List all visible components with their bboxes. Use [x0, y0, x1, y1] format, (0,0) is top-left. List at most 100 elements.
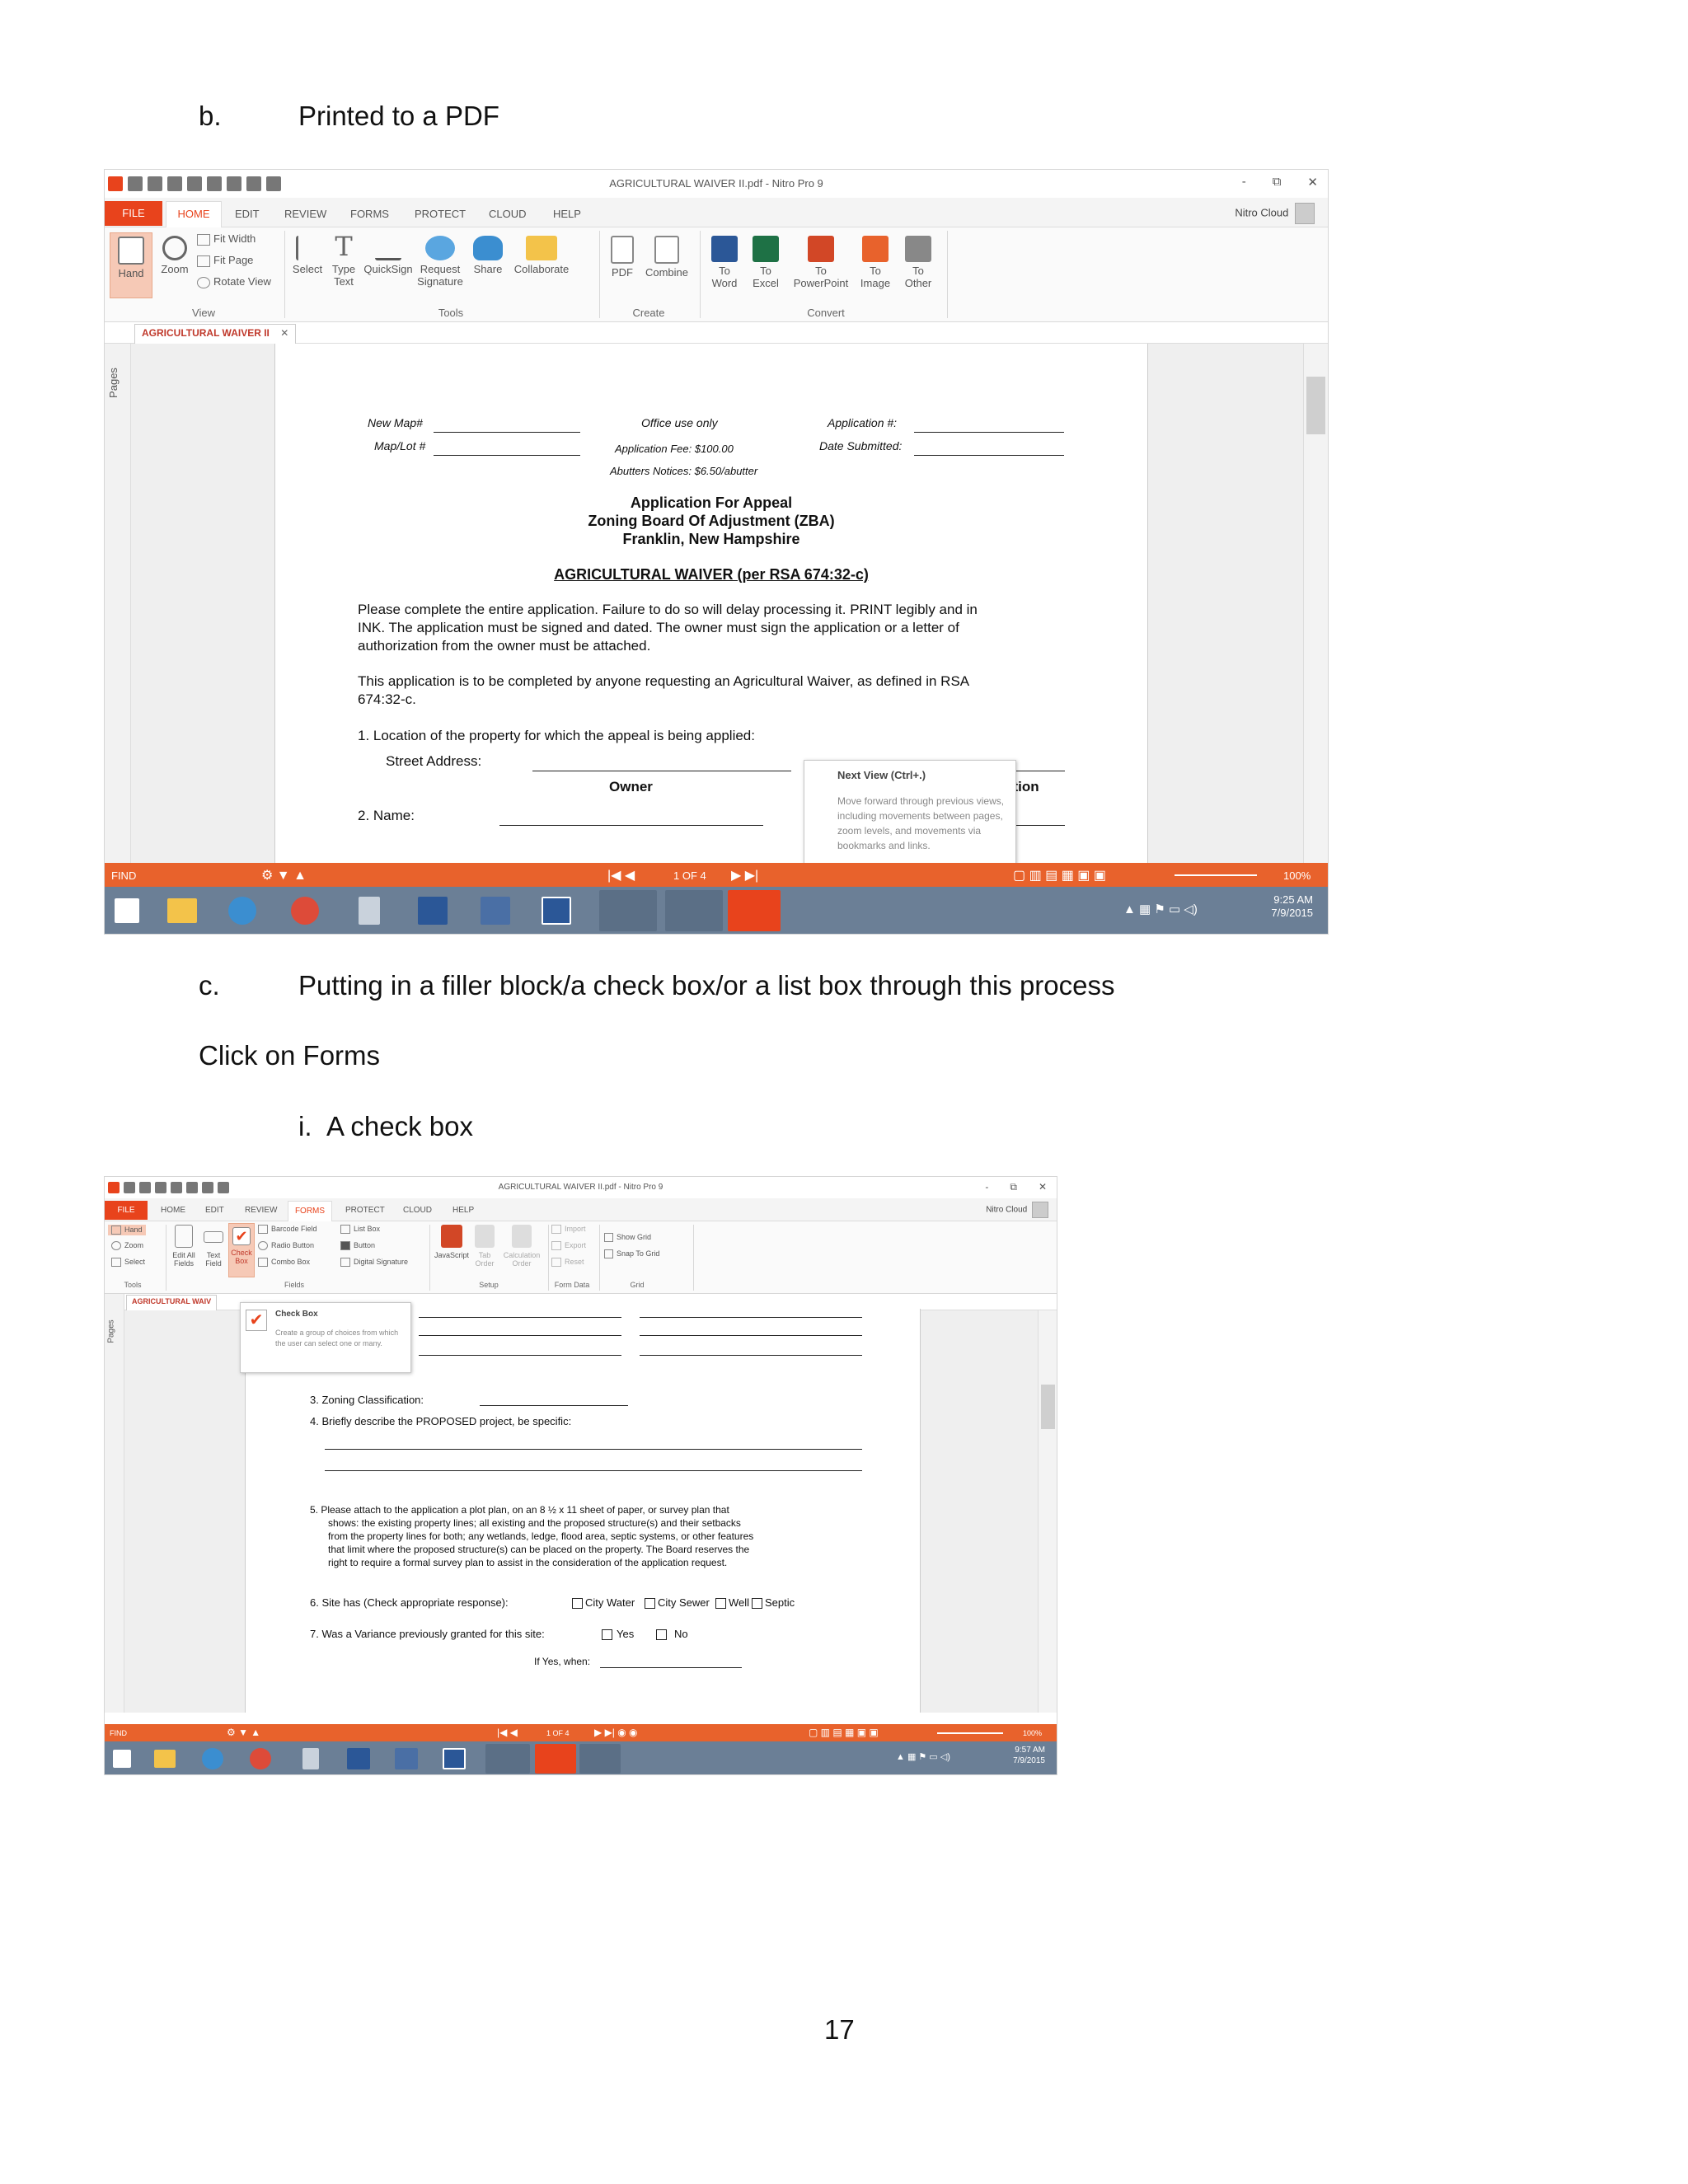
to-other-button[interactable]: To Other [898, 236, 939, 290]
restore-button[interactable]: ⧉ [1273, 175, 1282, 190]
tab-cloud[interactable]: CLOUD [489, 208, 527, 220]
file-explorer-icon[interactable] [154, 1750, 176, 1768]
tab-forms[interactable]: FORMS [288, 1201, 332, 1221]
taskbar-app-icon[interactable] [599, 890, 657, 931]
show-grid-toggle[interactable]: Show Grid [604, 1233, 651, 1243]
first-prev-page-icons[interactable]: |◀ ◀ [497, 1727, 518, 1738]
pages-panel-label[interactable]: Pages [107, 368, 120, 398]
internet-explorer-icon[interactable] [202, 1748, 223, 1769]
quicksign-button[interactable]: QuickSign [363, 236, 413, 276]
windows-start-icon[interactable] [115, 898, 139, 923]
next-last-page-icons[interactable]: ▶ ▶| ◉ ◉ [594, 1727, 638, 1738]
notepad-icon[interactable] [302, 1748, 319, 1769]
pages-panel-label[interactable]: Pages [107, 1319, 116, 1343]
to-image-button[interactable]: To Image [856, 236, 894, 290]
windows-start-icon[interactable] [113, 1750, 131, 1768]
edit-all-fields-button[interactable]: Edit All Fields [169, 1225, 199, 1268]
select-button[interactable]: Select [111, 1258, 145, 1268]
hand-button[interactable]: Hand [110, 232, 152, 298]
taskbar-clock[interactable]: 9:57 AM 7/9/2015 [1013, 1746, 1045, 1766]
page-layout-icons[interactable]: ▢ ▥ ▤ ▦ ▣ ▣ [1013, 867, 1106, 883]
network-icon[interactable] [395, 1748, 418, 1769]
javascript-button[interactable]: JavaScript [433, 1225, 471, 1259]
taskbar-app-icon[interactable] [665, 890, 723, 931]
city-sewer-checkbox[interactable] [645, 1598, 655, 1609]
to-powerpoint-button[interactable]: To PowerPoint [789, 236, 853, 290]
check-box-button[interactable]: ✔ Check Box [228, 1223, 255, 1277]
zoom-slider[interactable] [1175, 874, 1257, 876]
scrollbar-thumb[interactable] [1306, 377, 1325, 434]
collaborate-button[interactable]: Collaborate [510, 236, 573, 276]
tab-help[interactable]: HELP [553, 208, 581, 220]
system-tray-icons[interactable]: ▲ ▦ ⚑ ▭ ◁) [896, 1751, 950, 1762]
zoom-button[interactable]: Zoom [156, 236, 194, 276]
taskbar-app-icon[interactable] [579, 1744, 621, 1774]
close-button[interactable]: ✕ [1039, 1181, 1047, 1193]
chrome-icon[interactable] [250, 1748, 271, 1769]
export-button[interactable]: Export [551, 1241, 586, 1251]
document-tab[interactable]: AGRICULTURAL WAIV [126, 1295, 218, 1310]
text-field-button[interactable]: Text Field [200, 1225, 227, 1268]
find-options-icon[interactable]: ⚙ ▼ ▲ [227, 1727, 260, 1738]
combo-box-button[interactable]: Combo Box [258, 1258, 310, 1268]
close-button[interactable]: ✕ [1307, 175, 1318, 190]
tab-cloud[interactable]: CLOUD [403, 1206, 432, 1215]
tab-help[interactable]: HELP [452, 1206, 474, 1215]
combine-button[interactable]: Combine [642, 236, 692, 279]
internet-explorer-icon[interactable] [228, 897, 256, 925]
fit-page-button[interactable]: Fit Page [197, 254, 253, 267]
tab-forms[interactable]: FORMS [350, 208, 389, 220]
people-icon[interactable] [347, 1748, 370, 1769]
nitro-taskbar-icon[interactable] [728, 890, 781, 931]
nitro-taskbar-icon[interactable] [535, 1744, 576, 1774]
tab-review[interactable]: REVIEW [245, 1206, 277, 1215]
page-indicator[interactable]: 1 OF 4 [673, 869, 706, 882]
find-field[interactable]: FIND [111, 869, 136, 882]
minimize-button[interactable]: - [985, 1181, 988, 1193]
chrome-icon[interactable] [291, 897, 319, 925]
to-excel-button[interactable]: To Excel [748, 236, 784, 290]
to-word-button[interactable]: To Word [706, 236, 743, 290]
restore-button[interactable]: ⧉ [1010, 1181, 1017, 1193]
type-text-button[interactable]: T Type Text [327, 232, 360, 288]
notepad-icon[interactable] [359, 897, 380, 925]
calculation-order-button[interactable]: Calculation Order [499, 1225, 545, 1268]
avatar[interactable] [1295, 203, 1315, 224]
close-tab-icon[interactable]: ✕ [280, 327, 288, 339]
variance-yes-checkbox[interactable] [602, 1629, 612, 1640]
well-checkbox[interactable] [715, 1598, 726, 1609]
find-options-icon[interactable]: ⚙ ▼ ▲ [261, 867, 307, 883]
vertical-scrollbar[interactable] [1038, 1310, 1057, 1713]
tab-file[interactable]: FILE [105, 1201, 148, 1220]
first-prev-page-icons[interactable]: |◀ ◀ [607, 867, 635, 883]
word-taskbar-icon[interactable] [542, 897, 571, 925]
vertical-scrollbar[interactable] [1303, 344, 1328, 863]
digital-signature-button[interactable]: Digital Signature [340, 1258, 408, 1268]
avatar[interactable] [1032, 1202, 1048, 1218]
tab-protect[interactable]: PROTECT [345, 1206, 385, 1215]
tab-home[interactable]: HOME [166, 201, 222, 227]
variance-no-checkbox[interactable] [656, 1629, 667, 1640]
radio-button-button[interactable]: Radio Button [258, 1241, 314, 1251]
system-tray-icons[interactable]: ▲ ▦ ⚑ ▭ ◁) [1123, 902, 1198, 916]
scrollbar-thumb[interactable] [1041, 1385, 1055, 1429]
reset-button[interactable]: Reset [551, 1258, 584, 1268]
find-field[interactable]: FIND [110, 1729, 127, 1737]
import-button[interactable]: Import [551, 1225, 586, 1235]
select-button[interactable]: Select [291, 236, 324, 276]
request-signature-button[interactable]: Request Signature [415, 236, 466, 288]
snap-to-grid-toggle[interactable]: Snap To Grid [604, 1249, 659, 1259]
tab-home[interactable]: HOME [161, 1206, 185, 1215]
document-tab[interactable]: AGRICULTURAL WAIVER II ✕ [134, 324, 297, 344]
share-button[interactable]: Share [469, 236, 507, 276]
nitro-cloud-account[interactable]: Nitro Cloud [1235, 203, 1315, 224]
tab-file[interactable]: FILE [105, 201, 162, 226]
septic-checkbox[interactable] [752, 1598, 762, 1609]
file-explorer-icon[interactable] [167, 898, 197, 923]
next-last-page-icons[interactable]: ▶ ▶| [731, 867, 758, 883]
taskbar-clock[interactable]: 9:25 AM 7/9/2015 [1271, 893, 1313, 921]
tab-edit[interactable]: EDIT [235, 208, 260, 220]
taskbar-app-icon[interactable] [485, 1744, 530, 1774]
rotate-view-button[interactable]: Rotate View [197, 275, 271, 288]
tab-review[interactable]: REVIEW [284, 208, 326, 220]
